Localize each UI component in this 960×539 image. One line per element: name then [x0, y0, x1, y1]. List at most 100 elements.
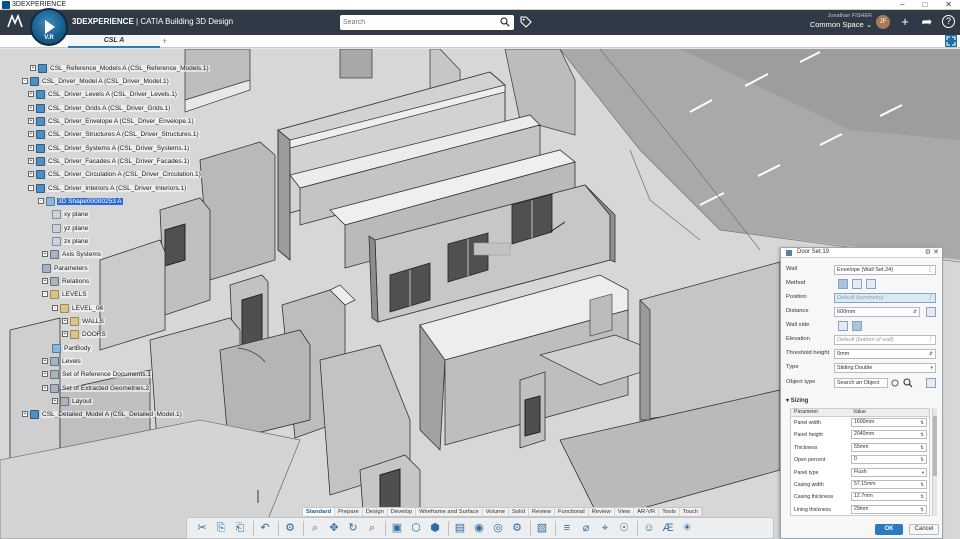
- sizing-scrollbar[interactable]: [932, 408, 937, 516]
- cube-icon[interactable]: ⬢: [428, 521, 442, 535]
- position-field[interactable]: Default (symmetry) ⋮: [834, 293, 936, 303]
- expand-toggle-icon[interactable]: +: [42, 358, 48, 365]
- wall-field[interactable]: Envelope (Wall Set.24) ⋮: [834, 265, 936, 275]
- material-icon[interactable]: ◎: [491, 521, 505, 535]
- tree-node[interactable]: + Levels: [42, 356, 82, 367]
- tree-node[interactable]: + Relations: [42, 276, 91, 287]
- expand-toggle-icon[interactable]: +: [30, 65, 36, 72]
- section-tab[interactable]: Prepare: [335, 508, 363, 516]
- expand-toggle-icon[interactable]: -: [28, 185, 34, 192]
- method-offset-icon[interactable]: [852, 279, 862, 289]
- search-icon[interactable]: [500, 17, 510, 27]
- tag-icon[interactable]: [520, 16, 532, 28]
- view-icon[interactable]: ⬡: [409, 521, 423, 535]
- pan-icon[interactable]: ✥: [327, 521, 341, 535]
- expand-toggle-icon[interactable]: +: [28, 105, 34, 112]
- add-tab-button[interactable]: +: [162, 35, 167, 47]
- avatar[interactable]: JF: [876, 15, 890, 29]
- section-tab[interactable]: Review: [529, 508, 555, 516]
- section-tab[interactable]: View: [615, 508, 635, 516]
- ds-logo-icon[interactable]: [6, 13, 24, 30]
- collab-space-selector[interactable]: Common Space ⌄: [808, 20, 872, 29]
- sensor-icon[interactable]: ☉: [617, 521, 631, 535]
- user-block[interactable]: Jonathan FISHER Common Space ⌄: [808, 13, 872, 29]
- distance-field[interactable]: 600mm ⇵: [834, 307, 920, 317]
- tree-node[interactable]: - LEVELS: [42, 289, 88, 300]
- search-box[interactable]: [340, 15, 514, 30]
- text-icon[interactable]: Æ: [661, 521, 675, 535]
- expand-toggle-icon[interactable]: +: [28, 158, 34, 165]
- undo-icon[interactable]: ↶: [258, 521, 272, 535]
- spinner-icon[interactable]: ⇅: [920, 481, 924, 488]
- parameter-value-field[interactable]: 0 ⇅: [851, 455, 927, 465]
- fullscreen-icon[interactable]: [945, 35, 957, 47]
- parameter-value-field[interactable]: Flush ▾: [851, 467, 927, 477]
- section-tab[interactable]: Functional: [555, 508, 589, 516]
- align-icon[interactable]: ≡: [560, 521, 574, 535]
- sizing-section-title[interactable]: ▾ Sizing: [786, 397, 808, 404]
- cut-icon[interactable]: ✂: [195, 521, 209, 535]
- parameter-value-field[interactable]: 29mm ⇅: [851, 504, 927, 514]
- scrollbar-thumb[interactable]: [933, 416, 937, 476]
- section-tab[interactable]: Review: [589, 508, 615, 516]
- method-edge-icon[interactable]: [866, 279, 876, 289]
- section-tab[interactable]: Touch: [680, 508, 703, 516]
- section-tab[interactable]: AR-VR: [634, 508, 660, 516]
- expand-toggle-icon[interactable]: -: [22, 78, 28, 85]
- tree-node[interactable]: xy plane: [52, 209, 90, 220]
- expand-toggle-icon[interactable]: +: [62, 331, 68, 338]
- tree-node[interactable]: - CSL_Driver_Model A (CSL_Driver_Model.1): [22, 76, 170, 87]
- tree-node[interactable]: + CSL_Driver_Circulation A (CSL_Driver_Ci…: [28, 169, 202, 180]
- expand-toggle-icon[interactable]: -: [42, 291, 48, 298]
- tree-node[interactable]: zx plane: [52, 236, 90, 247]
- add-icon[interactable]: +: [898, 15, 912, 29]
- tree-node[interactable]: + Layout: [52, 396, 93, 407]
- tree-node[interactable]: + Set of Extracted Geometries.2: [42, 383, 151, 394]
- close-icon[interactable]: ✕: [933, 248, 939, 256]
- wall-side-right-icon[interactable]: [852, 321, 862, 331]
- expand-toggle-icon[interactable]: +: [28, 171, 34, 178]
- tree-node[interactable]: - 3D Shape00000253 A: [38, 196, 123, 207]
- parameter-value-field[interactable]: 12.7mm ⇅: [851, 492, 927, 502]
- expand-toggle-icon[interactable]: -: [38, 198, 44, 205]
- section-tab[interactable]: Tools: [659, 508, 680, 516]
- object-type-field[interactable]: Search an Object: [834, 378, 888, 388]
- section-tab[interactable]: Develop: [388, 508, 417, 516]
- radio-icon[interactable]: [891, 379, 899, 387]
- type-select[interactable]: Sliding Double ▾: [834, 363, 936, 373]
- expand-toggle-icon[interactable]: +: [42, 278, 48, 285]
- search-icon[interactable]: ⌕: [365, 521, 379, 535]
- tab-csl-a[interactable]: CSL A: [68, 35, 160, 48]
- spinner-icon[interactable]: ⇅: [920, 444, 924, 451]
- tree-node[interactable]: + CSL_Driver_Systems A (CSL_Driver_System…: [28, 143, 191, 154]
- spinner-icon[interactable]: ⇅: [920, 456, 924, 463]
- expand-toggle-icon[interactable]: +: [22, 411, 28, 418]
- tree-node[interactable]: + Axis Systems: [42, 249, 103, 260]
- tree-node[interactable]: + CSL_Driver_Facades A (CSL_Driver_Facade…: [28, 156, 191, 167]
- rotate-icon[interactable]: ↻: [346, 521, 360, 535]
- gear-icon[interactable]: ⚙: [925, 248, 931, 256]
- person-icon[interactable]: ☺: [642, 521, 656, 535]
- section-tab[interactable]: Standard: [303, 508, 336, 516]
- chevron-down-icon[interactable]: ▾: [922, 469, 924, 476]
- expand-toggle-icon[interactable]: +: [42, 251, 48, 258]
- tree-node[interactable]: Parameters: [42, 263, 89, 274]
- copy-icon[interactable]: ⎘: [214, 521, 228, 535]
- tree-node[interactable]: + CSL_Driver_Grids A (CSL_Driver_Grids.1): [28, 103, 172, 114]
- parameter-value-field[interactable]: 55mm ⇅: [851, 442, 927, 452]
- ok-button[interactable]: OK: [875, 524, 903, 535]
- parameter-value-field[interactable]: 57.15mm ⇅: [851, 479, 927, 489]
- tree-node[interactable]: + Set of Reference Documents.1: [42, 369, 152, 380]
- tree-node[interactable]: - CSL_Driver_Interiors A (CSL_Driver_Inte…: [28, 183, 188, 194]
- tree-node[interactable]: + CSL_Driver_Levels A (CSL_Driver_Levels.…: [28, 89, 178, 100]
- expand-toggle-icon[interactable]: +: [52, 398, 58, 405]
- compass-icon[interactable]: ⌖: [598, 521, 612, 535]
- expand-toggle-icon[interactable]: +: [28, 131, 34, 138]
- threshold-field[interactable]: 0mm ⇵: [834, 349, 936, 359]
- expand-toggle-icon[interactable]: +: [42, 371, 48, 378]
- tree-node[interactable]: + WALLS: [62, 316, 105, 327]
- render-icon[interactable]: ◉: [472, 521, 486, 535]
- gear-icon[interactable]: ⚙: [510, 521, 524, 535]
- search-object-icon[interactable]: [903, 378, 913, 388]
- snap-icon[interactable]: ⚙: [283, 521, 297, 535]
